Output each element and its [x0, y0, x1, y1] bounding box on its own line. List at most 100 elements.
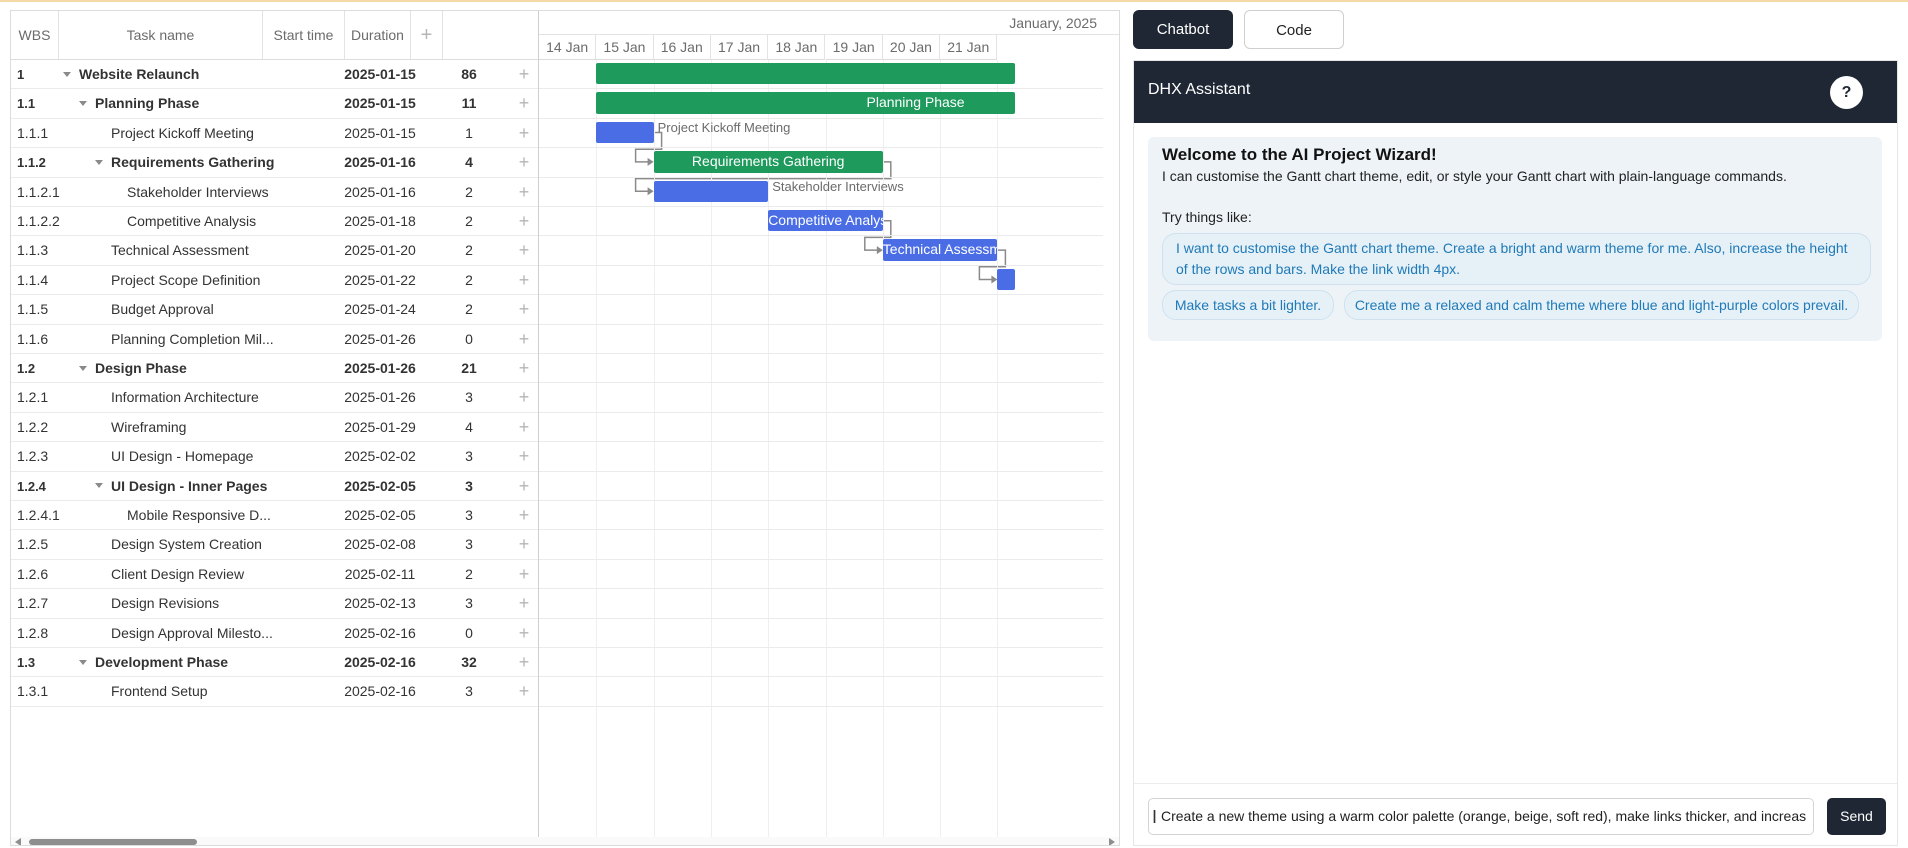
table-row[interactable]: 1.2.3 UI Design - Homepage 2025-02-02 3 +	[11, 442, 538, 472]
add-subtask-icon[interactable]: +	[509, 648, 538, 677]
add-subtask-icon[interactable]: +	[509, 60, 538, 89]
table-row[interactable]: 1.1.2 Requirements Gathering 2025-01-16 4 +	[11, 148, 538, 178]
add-subtask-icon[interactable]: +	[509, 354, 538, 383]
table-row[interactable]: 1.1.3 Technical Assessment 2025-01-20 2 +	[11, 236, 538, 266]
collapse-caret-icon[interactable]	[95, 483, 103, 489]
table-row[interactable]: 1.1.1 Project Kickoff Meeting 2025-01-15 1 +	[11, 119, 538, 149]
duration-cell: 2	[465, 213, 473, 229]
welcome-message: Welcome to the AI Project Wizard! I can …	[1148, 137, 1882, 341]
column-header-wbs[interactable]: WBS	[11, 11, 59, 59]
add-subtask-icon[interactable]: +	[509, 619, 538, 648]
column-header-start-time[interactable]: Start time	[263, 11, 345, 59]
vertical-scrollbar[interactable]	[1119, 71, 1120, 837]
table-row[interactable]: 1.1.5 Budget Approval 2025-01-24 2 +	[11, 295, 538, 325]
table-row[interactable]: 1.1.2.2 Competitive Analysis 2025-01-18 2 +	[11, 207, 538, 237]
gantt-bar[interactable]: Requirements Gathering	[653, 151, 883, 173]
grid-horizontal-line	[539, 206, 1103, 207]
task-grid: WBS Task name Start time Duration + 1 Web…	[11, 11, 539, 837]
table-row[interactable]: 1.2.8 Design Approval Milesto... 2025-02-1…	[11, 619, 538, 648]
add-subtask-icon[interactable]: +	[509, 148, 538, 177]
gantt-bar[interactable]	[596, 63, 1015, 85]
tab-chatbot[interactable]: Chatbot	[1133, 10, 1233, 49]
table-row[interactable]: 1.1.6 Planning Completion Mil... 2025-01-2…	[11, 325, 538, 354]
gantt-bar[interactable]	[653, 180, 769, 202]
table-row[interactable]: 1 Website Relaunch 2025-01-15 86 +	[11, 60, 538, 90]
grid-horizontal-line	[539, 705, 1103, 707]
scroll-left-icon[interactable]	[15, 838, 21, 845]
tab-code[interactable]: Code	[1244, 10, 1344, 49]
grid-horizontal-line	[539, 176, 1103, 178]
add-subtask-icon[interactable]: +	[509, 236, 538, 265]
collapse-caret-icon[interactable]	[79, 365, 87, 371]
table-row[interactable]: 1.1 Planning Phase 2025-01-15 11 +	[11, 89, 538, 119]
add-subtask-icon[interactable]: +	[509, 589, 538, 618]
add-subtask-icon[interactable]: +	[509, 442, 538, 471]
add-subtask-icon[interactable]: +	[509, 266, 538, 295]
add-subtask-icon[interactable]: +	[509, 89, 538, 118]
table-row[interactable]: 1.2.2 Wireframing 2025-01-29 4 +	[11, 413, 538, 443]
add-subtask-icon[interactable]: +	[509, 207, 538, 236]
table-row[interactable]: 1.2.6 Client Design Review 2025-02-11 2 +	[11, 560, 538, 590]
task-name: Development Phase	[95, 654, 229, 670]
chat-input[interactable]: Create a new theme using a warm color pa…	[1148, 798, 1814, 835]
gantt-bar[interactable]: Competitive Analysis	[768, 210, 883, 232]
table-row[interactable]: 1.2.7 Design Revisions 2025-02-13 3 +	[11, 589, 538, 619]
add-subtask-icon[interactable]: +	[509, 501, 538, 530]
add-subtask-icon[interactable]: +	[509, 560, 538, 589]
column-header-task-name[interactable]: Task name	[59, 11, 263, 59]
add-subtask-icon[interactable]: +	[509, 530, 538, 559]
timeline-day-label: 17 Jan	[710, 35, 769, 60]
start-date-cell: 2025-02-16	[344, 654, 416, 670]
table-row[interactable]: 1.3.1 Frontend Setup 2025-02-16 3 +	[11, 677, 538, 707]
wbs-cell: 1.1.2	[17, 155, 46, 171]
add-subtask-icon[interactable]: +	[509, 178, 538, 207]
help-button[interactable]: ?	[1830, 76, 1863, 109]
task-name: Client Design Review	[111, 565, 245, 582]
collapse-caret-icon[interactable]	[79, 101, 87, 107]
timeline: January, 2025 14 Jan 15 Jan 16 Jan 17 Jan 18…	[539, 11, 1119, 837]
table-row[interactable]: 1.2.4 UI Design - Inner Pages 2025-02-05 3 +	[11, 472, 538, 501]
suggestion-chip[interactable]: Create me a relaxed and calm theme where…	[1344, 290, 1859, 320]
add-subtask-icon[interactable]: +	[509, 472, 538, 501]
gantt-bar-label: Technical Assessment	[882, 241, 998, 258]
assistant-panel: DHX Assistant ? Welcome to the AI Projec…	[1133, 60, 1898, 846]
add-subtask-icon[interactable]: +	[509, 295, 538, 324]
gantt-bar[interactable]: Planning Phase	[596, 92, 1015, 114]
start-date-cell: 2025-02-11	[344, 565, 416, 582]
add-subtask-icon[interactable]: +	[509, 325, 538, 354]
timeline-day-label: 14 Jan	[539, 35, 597, 60]
table-row[interactable]: 1.2.4.1 Mobile Responsive D... 2025-02-05 3…	[11, 501, 538, 531]
task-name: UI Design - Inner Pages	[111, 477, 268, 494]
suggestion-chip[interactable]: Make tasks a bit lighter.	[1162, 290, 1334, 320]
collapse-caret-icon[interactable]	[95, 159, 103, 165]
grid-horizontal-line	[539, 558, 1103, 560]
grid-horizontal-line	[539, 617, 1103, 619]
add-subtask-icon[interactable]: +	[509, 119, 538, 148]
start-date-cell: 2025-02-13	[344, 595, 416, 612]
collapse-caret-icon[interactable]	[63, 71, 71, 77]
scroll-right-icon[interactable]	[1109, 838, 1115, 845]
gantt-bar-label: Planning Phase	[866, 94, 965, 111]
gantt-bar[interactable]	[596, 121, 654, 144]
gantt-bar[interactable]	[997, 268, 1015, 291]
add-task-header-button[interactable]: +	[411, 11, 443, 59]
add-subtask-icon[interactable]: +	[509, 677, 538, 706]
horizontal-scrollbar[interactable]	[11, 837, 1119, 845]
wbs-cell: 1	[17, 67, 25, 82]
add-subtask-icon[interactable]: +	[509, 413, 538, 442]
collapse-caret-icon[interactable]	[79, 659, 87, 665]
suggestion-chip[interactable]: I want to customise the Gantt chart them…	[1162, 233, 1871, 285]
table-row[interactable]: 1.2.1 Information Architecture 2025-01-26 3…	[11, 383, 538, 413]
horizontal-scroll-thumb[interactable]	[29, 839, 197, 845]
start-date-cell: 2025-02-05	[344, 477, 416, 494]
start-date-cell: 2025-01-16	[344, 183, 416, 200]
column-header-duration[interactable]: Duration	[345, 11, 411, 59]
table-row[interactable]: 1.1.2.1 Stakeholder Interviews 2025-01-16 2…	[11, 178, 538, 207]
table-row[interactable]: 1.2.5 Design System Creation 2025-02-08 3 +	[11, 530, 538, 560]
table-row[interactable]: 1.2 Design Phase 2025-01-26 21 +	[11, 354, 538, 384]
table-row[interactable]: 1.1.4 Project Scope Definition 2025-01-22 2…	[11, 266, 538, 296]
add-subtask-icon[interactable]: +	[509, 383, 538, 412]
gantt-bar[interactable]: Technical Assessment	[882, 239, 998, 261]
send-button[interactable]: Send	[1827, 798, 1886, 835]
table-row[interactable]: 1.3 Development Phase 2025-02-16 32 +	[11, 648, 538, 678]
